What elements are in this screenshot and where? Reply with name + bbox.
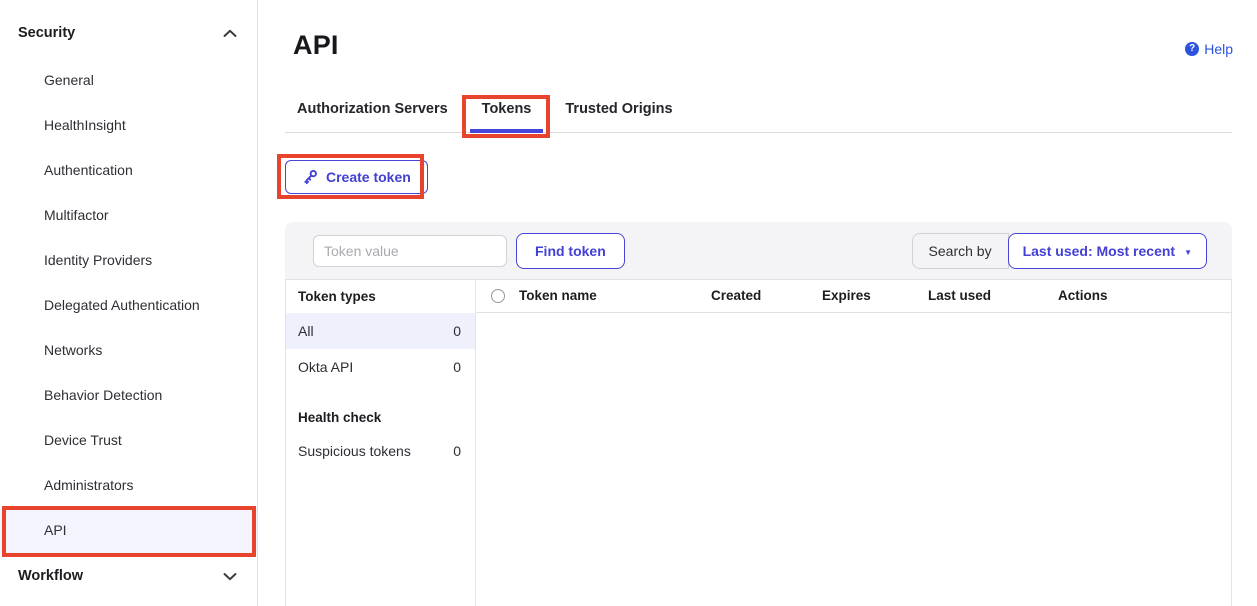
- help-question-icon: ?: [1185, 42, 1199, 56]
- column-header-token-name: Token name: [519, 280, 597, 311]
- column-header-last-used: Last used: [928, 280, 991, 311]
- column-header-expires: Expires: [822, 280, 871, 311]
- tab-label: Tokens: [482, 97, 532, 117]
- column-header-created: Created: [711, 280, 761, 311]
- sidebar-section-security[interactable]: Security: [0, 18, 257, 48]
- sidebar-items: General HealthInsight Authentication Mul…: [0, 58, 257, 553]
- key-plus-icon: [302, 169, 318, 185]
- filter-spacer: [286, 385, 475, 403]
- find-token-button[interactable]: Find token: [516, 233, 625, 269]
- column-header-actions: Actions: [1058, 280, 1108, 311]
- chevron-down-icon: [223, 572, 237, 581]
- sidebar-item-identity-providers[interactable]: Identity Providers: [0, 238, 257, 283]
- select-all-radio[interactable]: [491, 289, 505, 303]
- token-types-filter: Token types All 0 Okta API 0 Health chec…: [286, 280, 476, 606]
- panel-body: Token types All 0 Okta API 0 Health chec…: [285, 280, 1232, 606]
- filter-item-suspicious-tokens[interactable]: Suspicious tokens 0: [286, 433, 475, 469]
- tabs-row: Authorization Servers Tokens Trusted Ori…: [285, 97, 1232, 133]
- sidebar-item-device-trust[interactable]: Device Trust: [0, 418, 257, 463]
- tokens-toolbar: Find token Search by Last used: Most rec…: [285, 222, 1232, 280]
- help-link[interactable]: ? Help: [1185, 41, 1233, 57]
- token-value-input[interactable]: [313, 235, 507, 267]
- sidebar: Security General HealthInsight Authentic…: [0, 0, 258, 606]
- filter-item-label: Suspicious tokens: [298, 443, 411, 459]
- search-by-group: Search by Last used: Most recent ▼: [912, 233, 1207, 269]
- chevron-down-icon: ▼: [1184, 248, 1192, 257]
- create-token-label: Create token: [326, 169, 411, 185]
- filter-title: Token types: [286, 280, 475, 313]
- sidebar-section-workflow[interactable]: Workflow: [0, 561, 257, 591]
- filter-item-count: 0: [453, 323, 461, 339]
- page-title: API: [293, 30, 339, 61]
- tab-tokens[interactable]: Tokens: [470, 97, 544, 132]
- tokens-panel: Find token Search by Last used: Most rec…: [285, 222, 1232, 606]
- sidebar-item-general[interactable]: General: [0, 58, 257, 103]
- search-by-label: Search by: [912, 233, 1009, 269]
- sidebar-item-administrators[interactable]: Administrators: [0, 463, 257, 508]
- tokens-table: Token name Created Expires Last used Act…: [476, 280, 1231, 606]
- security-section-label: Security: [18, 25, 75, 41]
- create-token-button[interactable]: Create token: [285, 160, 428, 194]
- chevron-up-icon: [223, 29, 237, 38]
- filter-item-all[interactable]: All 0: [286, 313, 475, 349]
- help-link-label: Help: [1204, 41, 1233, 57]
- workflow-section-label: Workflow: [18, 568, 83, 584]
- filter-item-label: Okta API: [298, 359, 353, 375]
- tab-label: Trusted Origins: [565, 97, 672, 117]
- table-header-row: Token name Created Expires Last used Act…: [476, 280, 1231, 313]
- filter-item-count: 0: [453, 359, 461, 375]
- sidebar-item-authentication[interactable]: Authentication: [0, 148, 257, 193]
- filter-item-count: 0: [453, 443, 461, 459]
- tab-label: Authorization Servers: [297, 97, 448, 117]
- sidebar-item-api[interactable]: API: [0, 508, 257, 553]
- tab-trusted-origins[interactable]: Trusted Origins: [553, 97, 684, 132]
- sidebar-item-behavior-detection[interactable]: Behavior Detection: [0, 373, 257, 418]
- sidebar-item-networks[interactable]: Networks: [0, 328, 257, 373]
- health-check-title: Health check: [286, 403, 475, 433]
- sidebar-item-delegated-authentication[interactable]: Delegated Authentication: [0, 283, 257, 328]
- sidebar-item-healthinsight[interactable]: HealthInsight: [0, 103, 257, 148]
- filter-item-okta-api[interactable]: Okta API 0: [286, 349, 475, 385]
- tab-authorization-servers[interactable]: Authorization Servers: [285, 97, 460, 132]
- sidebar-item-multifactor[interactable]: Multifactor: [0, 193, 257, 238]
- filter-item-label: All: [298, 323, 314, 339]
- sort-dropdown[interactable]: Last used: Most recent ▼: [1008, 233, 1207, 269]
- sort-dropdown-value: Last used: Most recent: [1023, 243, 1175, 259]
